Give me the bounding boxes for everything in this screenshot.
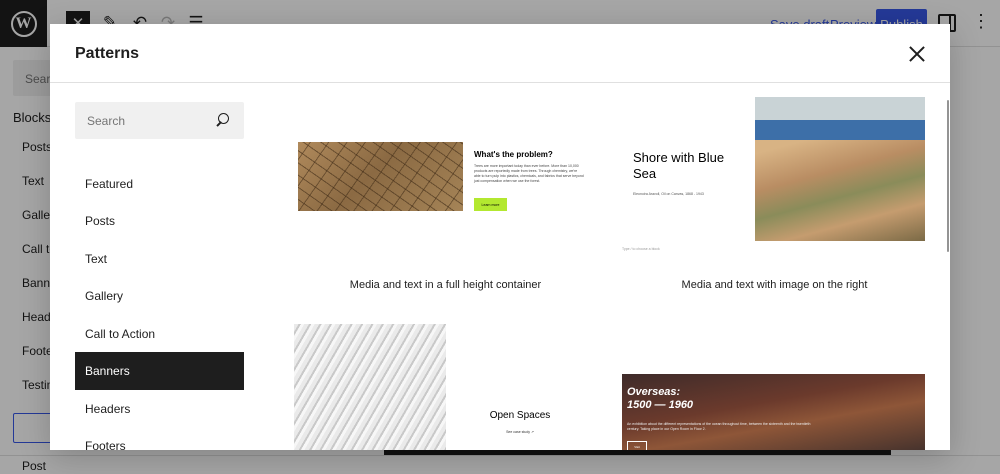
block-hint-text: Type / to choose a block — [622, 247, 660, 251]
wave-texture-image — [294, 324, 446, 450]
pattern-title: Open Spaces — [489, 410, 551, 421]
pattern-title: Shore with Blue Sea — [633, 150, 725, 181]
search-placeholder: Search — [87, 114, 126, 128]
patterns-modal: Patterns Search Featured Posts Text Gall… — [50, 24, 950, 450]
pattern-meta-text: Eleonoira Aravoll, Oil on Canvas, 1868 -… — [633, 192, 704, 196]
pattern-body-text: Trees are more important today than ever… — [474, 164, 584, 183]
pattern-preview-media-text-full-height[interactable]: What's the problem? Trees are more impor… — [298, 94, 588, 274]
pattern-caption: Media and text in a full height containe… — [349, 279, 542, 291]
category-headers[interactable]: Headers — [75, 390, 244, 428]
cracked-earth-image — [298, 142, 463, 211]
pattern-preview-open-spaces[interactable]: Open Spaces See case study ↗ — [294, 324, 594, 450]
category-call-to-action[interactable]: Call to Action — [75, 315, 244, 353]
seascape-painting-image — [755, 97, 925, 241]
close-icon[interactable] — [905, 42, 929, 66]
pattern-caption: Media and text with image on the right — [681, 279, 868, 291]
pattern-search-input[interactable]: Search — [75, 102, 244, 139]
modal-title: Patterns — [75, 45, 140, 62]
category-gallery[interactable]: Gallery — [75, 277, 244, 315]
pattern-preview-media-text-image-right[interactable]: Shore with Blue Sea Eleonoira Aravoll, O… — [622, 94, 927, 274]
category-footers[interactable]: Footers — [75, 427, 244, 450]
category-banners[interactable]: Banners — [75, 352, 244, 390]
category-featured[interactable]: Featured — [75, 165, 244, 203]
search-icon[interactable] — [218, 113, 229, 124]
pattern-learn-more-button: Learn more — [474, 198, 507, 211]
modal-scrollbar[interactable] — [947, 100, 949, 252]
pattern-link-text: See case study ↗ — [506, 430, 534, 434]
pattern-heading: What's the problem? — [474, 150, 553, 159]
pattern-visit-button: Visit — [627, 441, 647, 450]
pattern-title: Overseas: 1500 — 1960 — [627, 386, 694, 411]
pattern-body-text: An exhibition about the different repres… — [627, 422, 811, 431]
modal-header: Patterns — [50, 24, 950, 83]
category-text[interactable]: Text — [75, 240, 244, 278]
pattern-preview-overseas[interactable]: Overseas: 1500 — 1960 An exhibition abou… — [622, 374, 925, 450]
category-posts[interactable]: Posts — [75, 202, 244, 240]
